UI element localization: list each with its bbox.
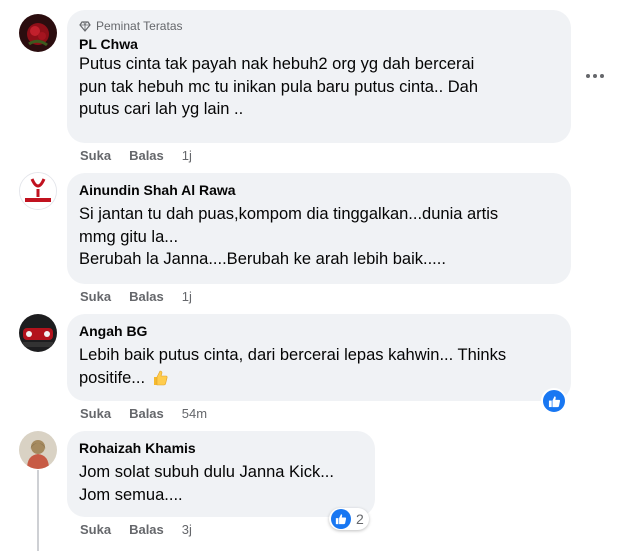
comment-actions: Suka Balas 1j xyxy=(80,287,192,305)
comment-line: Putus cinta tak payah nak hebuh2 org yg … xyxy=(79,55,475,73)
reaction-like-icon[interactable] xyxy=(541,388,567,414)
reply-button[interactable]: Balas xyxy=(129,289,164,304)
comment-line: Jom solat subuh dulu Janna Kick... xyxy=(79,463,334,481)
comment-line: Si jantan tu dah puas,kompom dia tinggal… xyxy=(79,205,499,223)
comment-line: positife... xyxy=(79,367,559,390)
comment-line: mmg gitu la... xyxy=(79,227,179,246)
comment-actions: Suka Balas 3j xyxy=(80,520,192,538)
thumbs-up-emoji xyxy=(154,370,168,386)
comment-line: Berubah la Janna....Berubah ke arah lebi… xyxy=(79,250,446,268)
reply-button[interactable]: Balas xyxy=(129,522,164,537)
thumbs-up-icon xyxy=(548,395,560,407)
thumbs-up-icon xyxy=(335,514,347,525)
top-fan-badge[interactable]: Peminat Teratas xyxy=(79,18,559,34)
comment-bubble: Ainundin Shah Al Rawa Si jantan tu dah p… xyxy=(67,173,571,284)
author-name[interactable]: Ainundin Shah Al Rawa xyxy=(79,181,559,199)
comment-line: Lebih baik putus cinta, dari bercerai le… xyxy=(79,346,507,364)
avatar[interactable] xyxy=(19,314,57,352)
badge-label: Peminat Teratas xyxy=(96,19,183,33)
comment-bubble: Peminat Teratas PL Chwa Putus cinta tak … xyxy=(67,10,571,143)
like-button[interactable]: Suka xyxy=(80,522,111,537)
avatar[interactable] xyxy=(19,431,57,469)
comment-line: putus cari lah yg lain .. xyxy=(79,100,244,118)
comment-text: Jom solat subuh dulu Janna Kick... Jom s… xyxy=(79,461,363,506)
comment-bubble: Angah BG Lebih baik putus cinta, dari be… xyxy=(67,314,571,401)
comment-text: Putus cinta tak payah nak hebuh2 org yg … xyxy=(79,53,559,121)
comment-actions: Suka Balas 54m xyxy=(80,404,207,422)
author-name[interactable]: Angah BG xyxy=(79,322,559,340)
reaction-like-icon xyxy=(331,509,351,529)
more-options-icon[interactable] xyxy=(583,66,607,86)
timestamp[interactable]: 1j xyxy=(182,148,192,163)
reaction-count[interactable]: 2 xyxy=(329,508,369,530)
comment-line: pun tak hebuh mc tu inikan pula baru put… xyxy=(79,77,479,96)
comment-text: Si jantan tu dah puas,kompom dia tinggal… xyxy=(79,203,559,271)
timestamp[interactable]: 1j xyxy=(182,289,192,304)
reply-button[interactable]: Balas xyxy=(129,406,164,421)
reply-button[interactable]: Balas xyxy=(129,148,164,163)
reaction-count-value: 2 xyxy=(356,511,364,527)
like-button[interactable]: Suka xyxy=(80,148,111,163)
author-name[interactable]: Rohaizah Khamis xyxy=(79,439,363,457)
comment-actions: Suka Balas 1j xyxy=(80,146,192,164)
like-button[interactable]: Suka xyxy=(80,406,111,421)
timestamp[interactable]: 3j xyxy=(182,522,192,537)
comment-line: Jom semua.... xyxy=(79,485,183,504)
comment-bubble: Rohaizah Khamis Jom solat subuh dulu Jan… xyxy=(67,431,375,517)
author-name[interactable]: PL Chwa xyxy=(79,35,559,53)
thread-line xyxy=(37,470,39,551)
avatar[interactable] xyxy=(19,14,57,52)
avatar[interactable] xyxy=(19,172,57,210)
comment-text: Lebih baik putus cinta, dari bercerai le… xyxy=(79,344,559,389)
comment-line-text: positife... xyxy=(79,368,146,387)
timestamp[interactable]: 54m xyxy=(182,406,207,421)
like-button[interactable]: Suka xyxy=(80,289,111,304)
diamond-icon xyxy=(79,20,91,32)
